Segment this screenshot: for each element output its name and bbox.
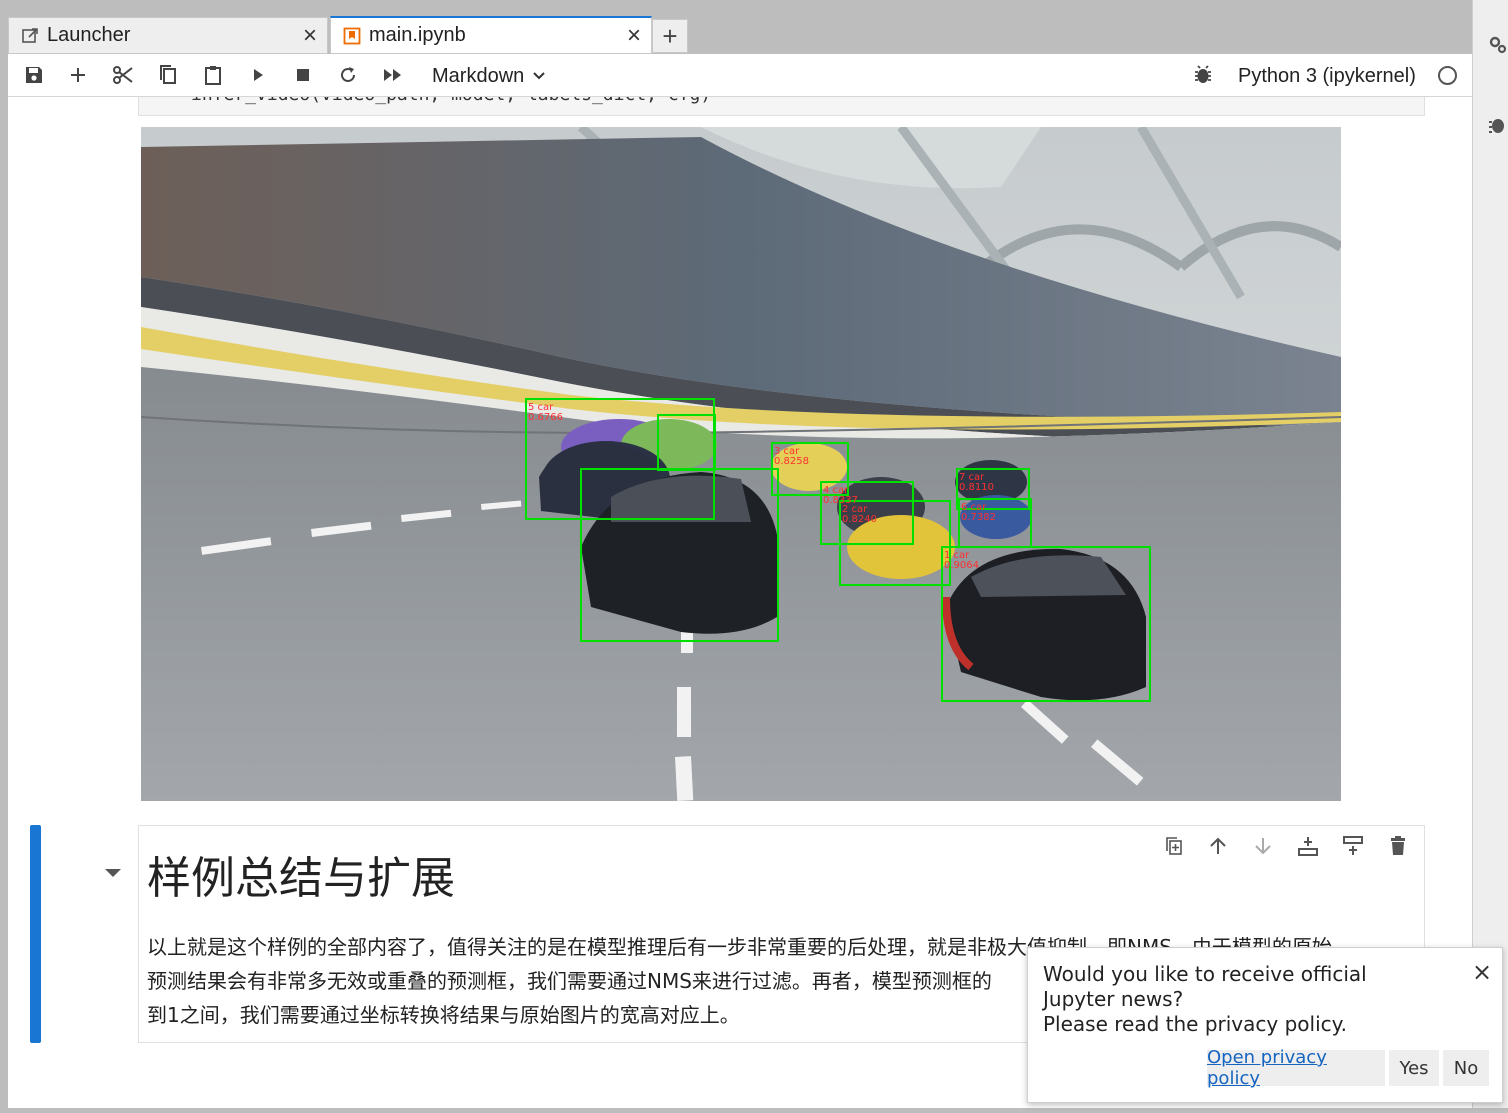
- cut-icon[interactable]: [109, 62, 137, 88]
- detection-score: 0.8258: [774, 456, 809, 467]
- tab-label: Launcher: [47, 24, 131, 46]
- close-icon[interactable]: ×: [293, 22, 327, 50]
- notebook-toolbar: Markdown Python 3 (ipykernel): [8, 54, 1472, 97]
- close-icon[interactable]: ×: [617, 22, 651, 50]
- markdown-heading: 样例总结与扩展: [147, 853, 455, 904]
- cell-type-value: Markdown: [432, 64, 525, 87]
- detection-score: 0.6766: [528, 412, 563, 423]
- kernel-status-icon: [1438, 66, 1457, 85]
- detection-score: 0.9064: [944, 560, 979, 571]
- tab-label: main.ipynb: [369, 24, 466, 46]
- move-down-icon[interactable]: [1251, 834, 1275, 858]
- status-strip: [0, 1108, 1508, 1113]
- restart-icon[interactable]: [334, 62, 362, 88]
- chevron-down-icon: [533, 72, 545, 80]
- cell-output-image: 5 car 0.6766 3 car 0.8258 2 car 0.8240 7…: [141, 127, 1341, 801]
- open-privacy-policy-button[interactable]: Open privacy policy: [1207, 1047, 1385, 1089]
- notification-message: Would you like to receive official Jupyt…: [1043, 962, 1443, 1037]
- detection-score: 0.7382: [961, 512, 996, 523]
- new-tab-button[interactable]: +: [652, 19, 688, 53]
- detection-score: 0.8337: [823, 495, 858, 506]
- detection-score: 0.8240: [842, 514, 877, 525]
- launcher-icon: [19, 27, 41, 45]
- tab-launcher[interactable]: Launcher ×: [8, 17, 328, 54]
- detection-score: 0.8110: [959, 482, 994, 493]
- active-cell-indicator: [30, 825, 41, 1043]
- no-button[interactable]: No: [1443, 1050, 1489, 1086]
- duplicate-cell-icon[interactable]: [1162, 834, 1186, 858]
- yes-button[interactable]: Yes: [1389, 1050, 1439, 1086]
- stop-icon[interactable]: [289, 62, 317, 88]
- debugger-icon[interactable]: [1487, 114, 1508, 136]
- insert-above-icon[interactable]: [1296, 834, 1320, 858]
- move-up-icon[interactable]: [1206, 834, 1230, 858]
- tab-bar: Launcher × main.ipynb × +: [8, 8, 1472, 54]
- notebook-icon: [341, 27, 363, 45]
- copy-icon[interactable]: [154, 62, 182, 88]
- add-cell-icon[interactable]: [64, 62, 92, 88]
- paste-icon[interactable]: [199, 62, 227, 88]
- bug-icon[interactable]: [1192, 64, 1214, 91]
- insert-below-icon[interactable]: [1341, 834, 1365, 858]
- run-icon[interactable]: [244, 62, 272, 88]
- delete-cell-icon[interactable]: [1386, 834, 1410, 858]
- notification-line: Would you like to receive official Jupyt…: [1043, 962, 1367, 1011]
- notification-line: Please read the privacy policy.: [1043, 1012, 1347, 1036]
- collapse-toggle-icon[interactable]: [105, 869, 121, 877]
- run-all-icon[interactable]: [379, 62, 407, 88]
- news-notification: Would you like to receive official Jupyt…: [1027, 947, 1503, 1103]
- property-inspector-icon[interactable]: [1487, 34, 1508, 56]
- race-scene-image: 5 car 0.6766 3 car 0.8258 2 car 0.8240 7…: [141, 127, 1341, 801]
- tab-main-notebook[interactable]: main.ipynb ×: [330, 16, 652, 54]
- kernel-name[interactable]: Python 3 (ipykernel): [1238, 62, 1416, 90]
- code-cell-editor[interactable]: infer_video(video_path, model, labels_di…: [138, 97, 1425, 116]
- save-icon[interactable]: [20, 62, 48, 88]
- close-icon[interactable]: ×: [1472, 958, 1492, 986]
- cell-type-select[interactable]: Markdown: [432, 62, 546, 90]
